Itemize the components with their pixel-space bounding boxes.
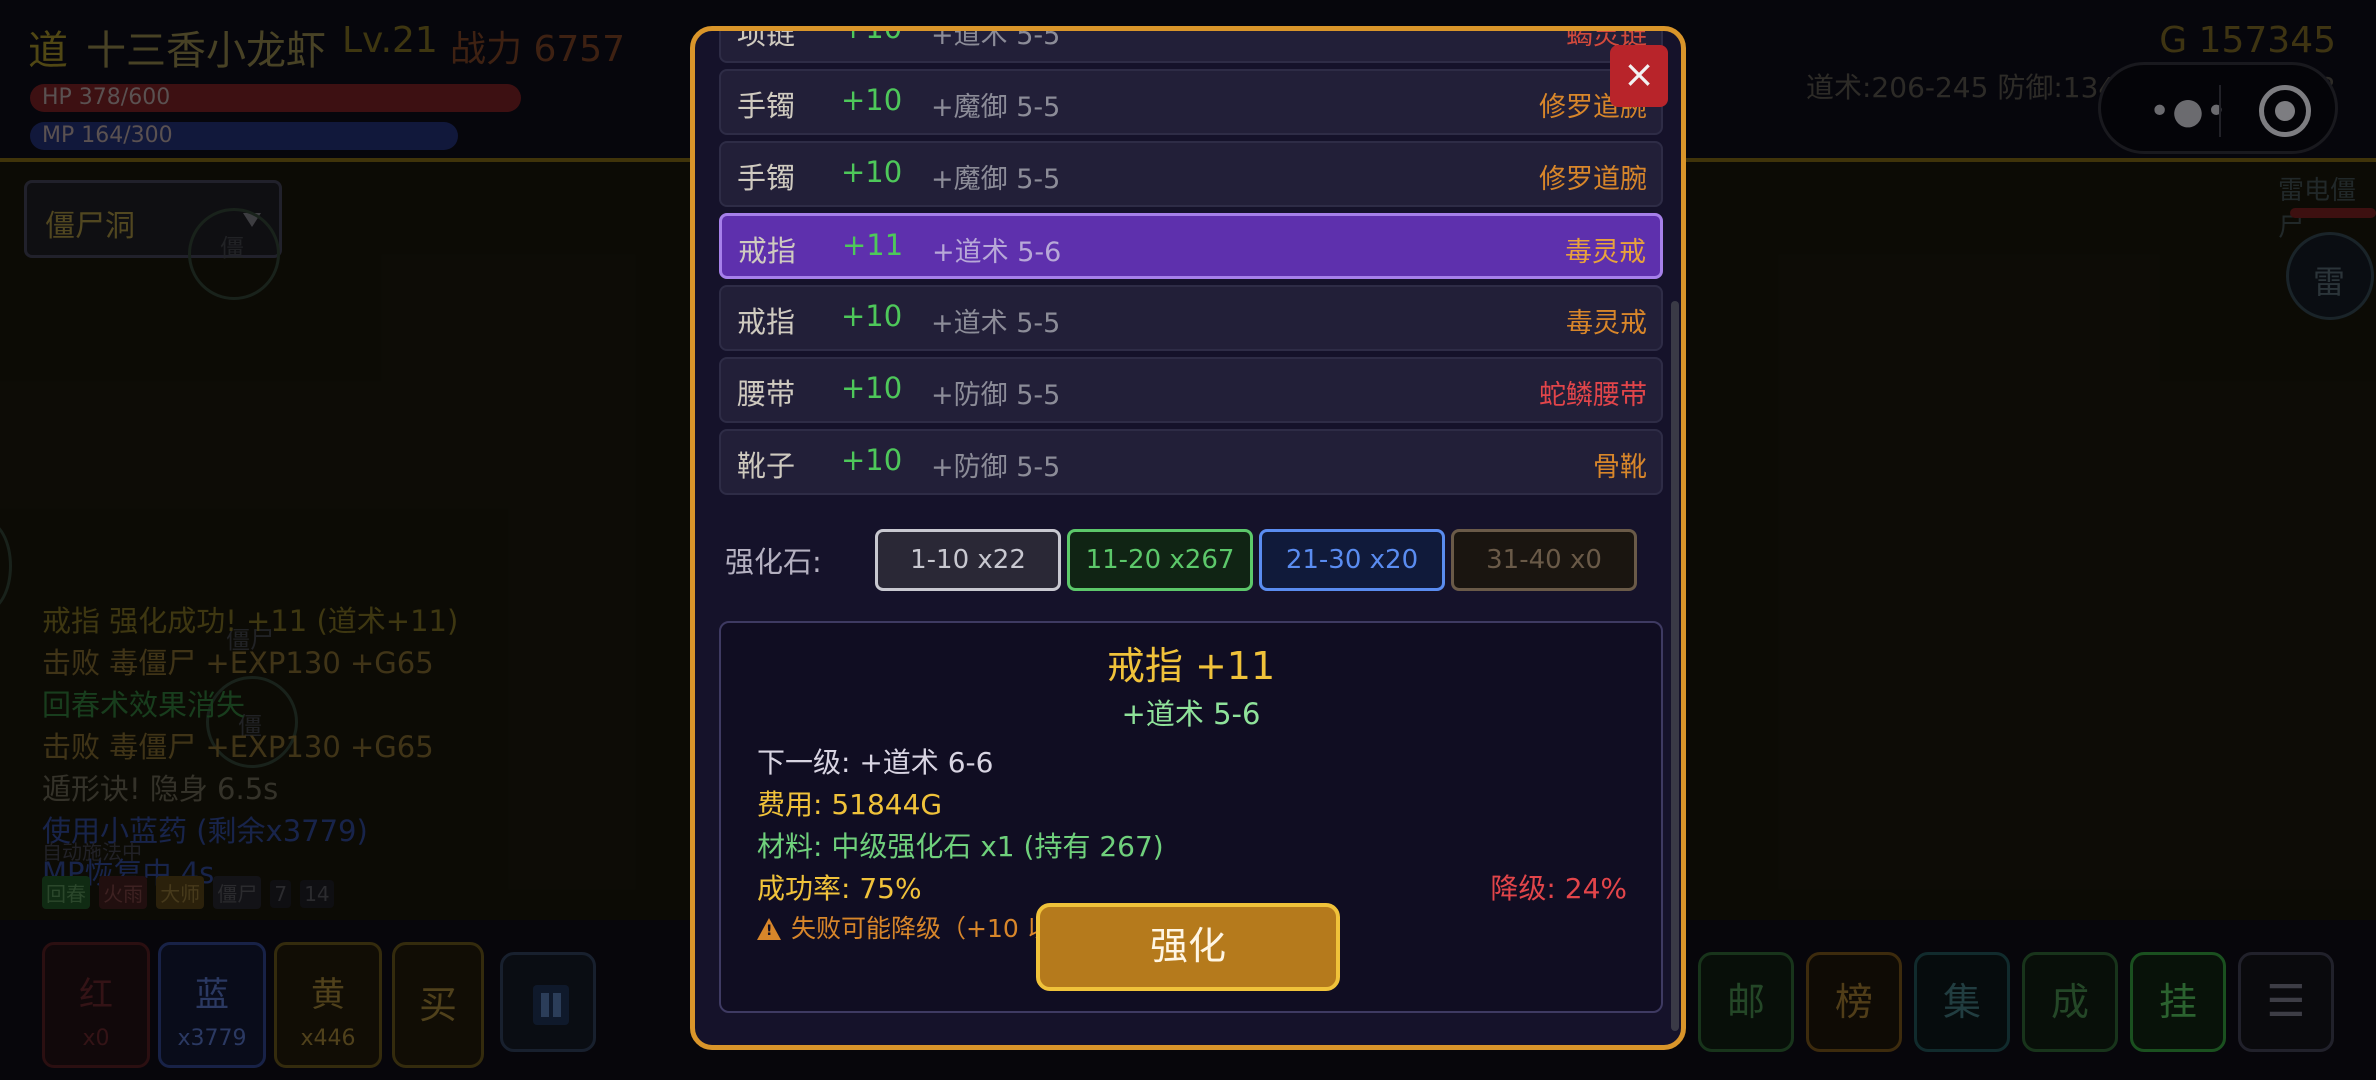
equipment-name: 蛇鳞腰带 <box>1539 380 1647 411</box>
equipment-level: +10 <box>841 26 903 45</box>
equipment-stat: +道术 5-5 <box>931 26 1061 51</box>
equipment-level: +10 <box>841 371 903 405</box>
close-button[interactable]: × <box>1610 45 1668 107</box>
detail-material: 材料: 中级强化石 x1 (持有 267) <box>757 830 1164 863</box>
equipment-slot: 戒指 <box>738 234 797 268</box>
equipment-name: 修罗道腕 <box>1539 164 1647 195</box>
equipment-stat: +道术 5-6 <box>932 237 1062 268</box>
equipment-row[interactable]: 手镯 +10 +魔御 5-5 修罗道腕 <box>719 69 1663 135</box>
equipment-slot: 手镯 <box>737 161 796 195</box>
equipment-slot: 手镯 <box>737 89 796 123</box>
equipment-slot: 靴子 <box>737 449 796 483</box>
enhance-modal: 项链 +10 +道术 5-5 蝎灵链 手镯 +10 +魔御 5-5 修罗道腕 手镯 +10 +魔御 … <box>690 26 1686 1050</box>
stone-tier-button[interactable]: 1-10 x22 <box>875 529 1061 591</box>
warning-icon: ! <box>757 918 781 940</box>
equipment-slot: 戒指 <box>737 305 796 339</box>
scrollbar[interactable] <box>1671 301 1679 1031</box>
equipment-list: 项链 +10 +道术 5-5 蝎灵链 手镯 +10 +魔御 5-5 修罗道腕 手镯 +10 +魔御 … <box>719 26 1663 501</box>
equipment-row[interactable]: 手镯 +10 +魔御 5-5 修罗道腕 <box>719 141 1663 207</box>
stone-tier-button[interactable]: 11-20 x267 <box>1067 529 1253 591</box>
detail-next-level: 下一级: +道术 6-6 <box>757 746 994 779</box>
equipment-name: 骨靴 <box>1593 452 1647 483</box>
equipment-level: +10 <box>841 443 903 477</box>
equipment-level: +10 <box>841 155 903 189</box>
enhance-button[interactable]: 强化 <box>1036 903 1340 991</box>
equipment-stat: +道术 5-5 <box>931 308 1061 339</box>
equipment-row[interactable]: 靴子 +10 +防御 5-5 骨靴 <box>719 429 1663 495</box>
equipment-slot: 项链 <box>737 26 796 51</box>
detail-current-stat: +道术 5-6 <box>1121 697 1261 731</box>
equipment-row[interactable]: 戒指 +11 +道术 5-6 毒灵戒 <box>719 213 1663 279</box>
equipment-stat: +防御 5-5 <box>931 380 1061 411</box>
detail-downgrade-rate: 降级: 24% <box>1490 872 1627 905</box>
equipment-level: +11 <box>842 228 904 262</box>
equipment-row[interactable]: 项链 +10 +道术 5-5 蝎灵链 <box>719 26 1663 63</box>
equipment-stat: +魔御 5-5 <box>931 92 1061 123</box>
detail-cost: 费用: 51844G <box>757 788 943 821</box>
equipment-stat: +防御 5-5 <box>931 452 1061 483</box>
equipment-level: +10 <box>841 83 903 117</box>
stone-tier-button[interactable]: 31-40 x0 <box>1451 529 1637 591</box>
detail-title: 戒指 +11 <box>1106 644 1276 688</box>
equipment-row[interactable]: 腰带 +10 +防御 5-5 蛇鳞腰带 <box>719 357 1663 423</box>
equipment-level: +10 <box>841 299 903 333</box>
equipment-name: 毒灵戒 <box>1566 308 1647 339</box>
stone-tier-button[interactable]: 21-30 x20 <box>1259 529 1445 591</box>
detail-success-rate: 成功率: 75% <box>757 872 922 905</box>
equipment-row[interactable]: 戒指 +10 +道术 5-5 毒灵戒 <box>719 285 1663 351</box>
game-screen: 道 十三香小龙虾 Lv.21 战力 6757 HP 378/600 MP 164… <box>0 0 2376 1080</box>
equipment-stat: +魔御 5-5 <box>931 164 1061 195</box>
stone-label: 强化石: <box>725 545 822 579</box>
equipment-slot: 腰带 <box>737 377 796 411</box>
equipment-name: 毒灵戒 <box>1565 237 1646 268</box>
